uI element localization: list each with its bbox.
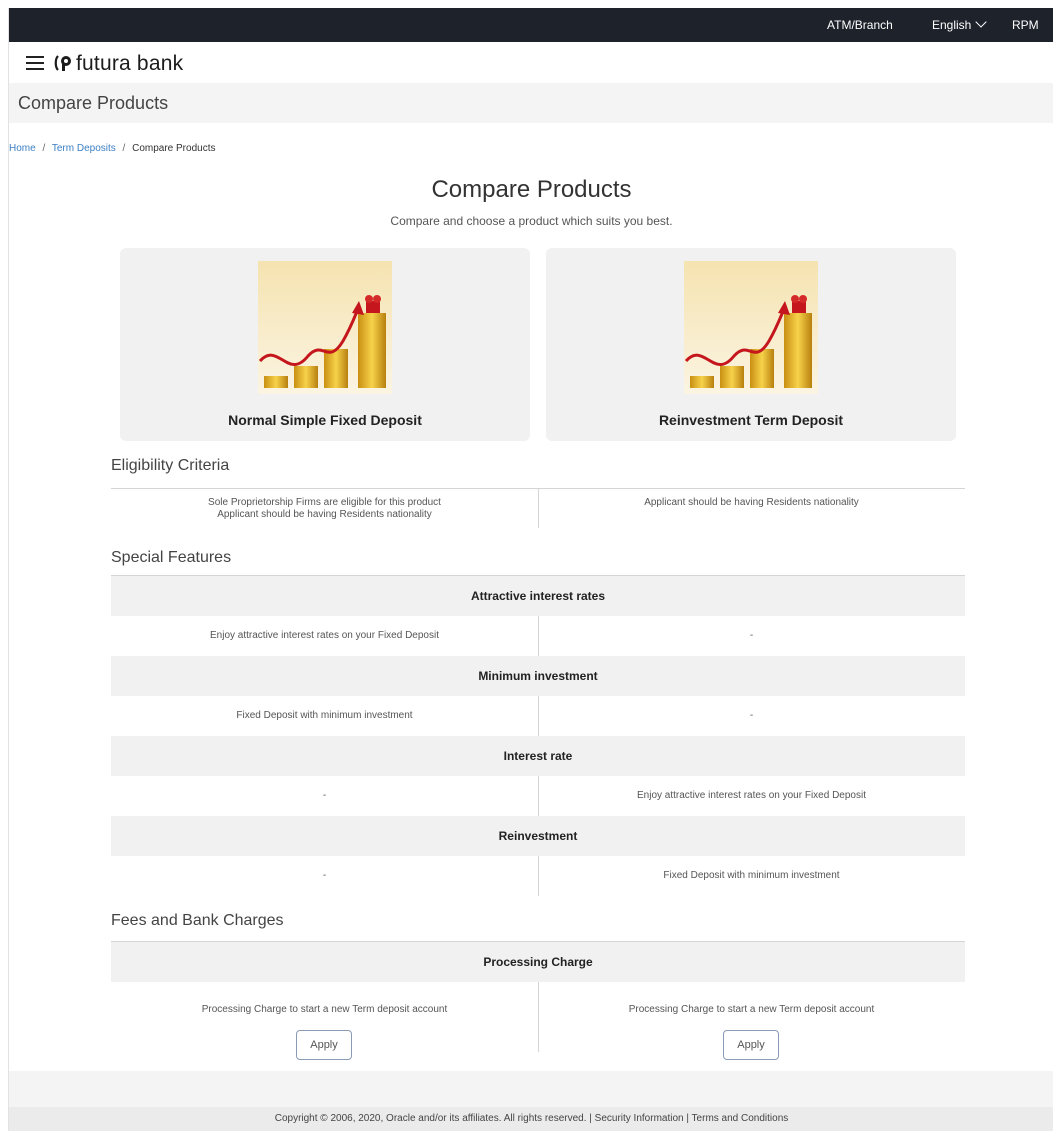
feature-right-value: -: [749, 630, 754, 641]
eligibility-right: Applicant should be having Residents nat…: [644, 497, 859, 508]
feature-right-value: Fixed Deposit with minimum investment: [663, 870, 840, 881]
atm-branch-link[interactable]: ATM/Branch: [827, 18, 893, 32]
feature-heading: Attractive interest rates: [111, 576, 965, 616]
page-title-bar: Compare Products: [9, 83, 1053, 123]
page-title: Compare Products: [18, 93, 169, 113]
language-label: English: [932, 18, 972, 32]
hamburger-menu-icon[interactable]: [26, 56, 44, 70]
feature-left-value: Enjoy attractive interest rates on your …: [210, 630, 439, 641]
apply-button-1[interactable]: Apply: [296, 1030, 352, 1060]
chevron-down-icon: [975, 16, 988, 28]
eligibility-left-line2: Applicant should be having Residents nat…: [217, 509, 432, 520]
brand-bar: futura bank: [9, 42, 1053, 83]
product-name: Normal Simple Fixed Deposit: [228, 412, 422, 428]
product-name: Reinvestment Term Deposit: [658, 412, 844, 428]
breadcrumb: Home / Term Deposits / Compare Products: [9, 143, 215, 154]
coins-growth-image: [258, 261, 392, 394]
fees-title: Fees and Bank Charges: [111, 912, 284, 929]
feature-right-value: Enjoy attractive interest rates on your …: [637, 790, 866, 801]
product-card-2[interactable]: Reinvestment Term Deposit: [546, 248, 956, 441]
fee-right-value: Processing Charge to start a new Term de…: [628, 1004, 875, 1015]
product-card-1[interactable]: Normal Simple Fixed Deposit: [120, 248, 530, 441]
page: ATM/Branch English RPM futura bank Compa…: [8, 8, 1053, 1131]
breadcrumb-separator: /: [42, 143, 46, 154]
eligibility-left: Sole Proprietorship Firms are eligible f…: [111, 497, 538, 521]
feature-right-value: -: [749, 710, 754, 721]
coins-growth-image: [684, 261, 818, 394]
breadcrumb-term-deposits[interactable]: Term Deposits: [52, 143, 116, 154]
futura-logo-icon: [54, 55, 71, 71]
language-dropdown[interactable]: English: [932, 16, 988, 32]
feature-heading: Reinvestment: [111, 816, 965, 856]
footer-spacer: [9, 1071, 1053, 1107]
top-bar: ATM/Branch English RPM: [9, 8, 1053, 42]
fee-left-value: Processing Charge to start a new Term de…: [201, 1004, 448, 1015]
brand-name[interactable]: futura bank: [76, 52, 183, 76]
breadcrumb-home[interactable]: Home: [9, 143, 36, 154]
feature-left-value: -: [322, 790, 327, 801]
feature-left-value: Fixed Deposit with minimum investment: [236, 710, 413, 721]
user-menu[interactable]: RPM: [1012, 18, 1039, 32]
feature-heading: Minimum investment: [111, 656, 965, 696]
compare-heading: Compare Products: [431, 176, 632, 203]
eligibility-title: Eligibility Criteria: [111, 457, 230, 474]
feature-heading: Interest rate: [111, 736, 965, 776]
fee-heading: Processing Charge: [111, 942, 965, 982]
compare-subtitle: Compare and choose a product which suits…: [390, 214, 673, 228]
apply-button-2[interactable]: Apply: [723, 1030, 779, 1060]
feature-left-value: -: [322, 870, 327, 881]
breadcrumb-current: Compare Products: [132, 143, 216, 154]
special-features-title: Special Features: [111, 549, 232, 566]
footer: Copyright © 2006, 2020, Oracle and/or it…: [9, 1107, 1053, 1131]
breadcrumb-separator: /: [122, 143, 126, 154]
eligibility-left-line1: Sole Proprietorship Firms are eligible f…: [208, 497, 441, 508]
column-divider: [538, 982, 539, 1052]
